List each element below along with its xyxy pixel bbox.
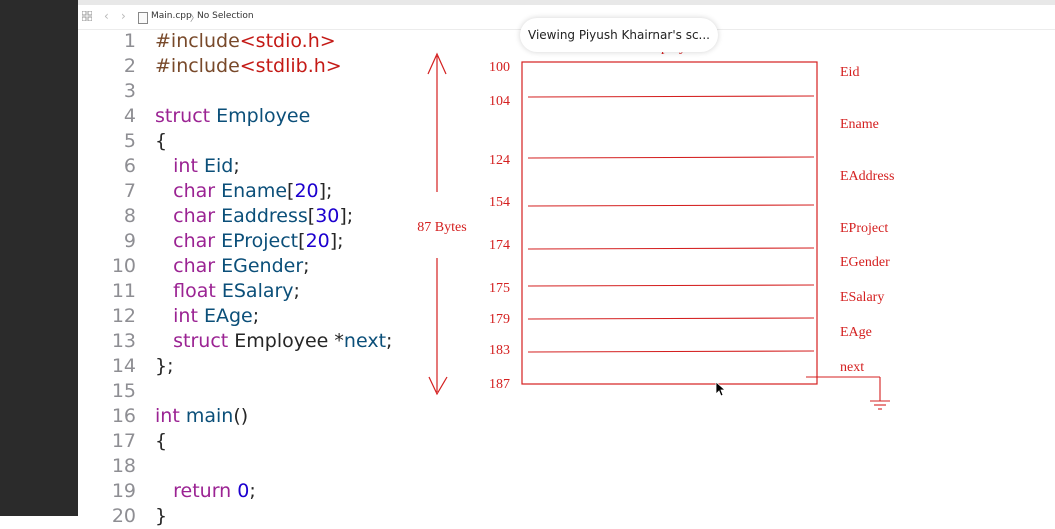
offset-label: 104: [489, 94, 510, 109]
field-label: next: [840, 360, 864, 375]
field-label: Ename: [840, 117, 879, 132]
field-label: EProject: [840, 221, 888, 236]
field-label: Eid: [840, 65, 859, 80]
offset-label: 174: [489, 238, 510, 253]
offset-label: 187: [489, 377, 510, 392]
arrow-down-head-icon: [428, 376, 448, 396]
field-divider: [527, 284, 815, 287]
size-label: 87 Bytes: [417, 220, 466, 235]
offset-label: 154: [489, 195, 510, 210]
field-label: EAge: [840, 325, 872, 340]
field-divider: [527, 204, 815, 207]
field-divider: [527, 156, 815, 159]
struct-box: [521, 61, 818, 385]
offset-label: 124: [489, 153, 510, 168]
offset-label: 175: [489, 281, 510, 296]
field-divider: [527, 247, 815, 250]
field-label: EAddress: [840, 169, 894, 184]
field-label: ESalary: [840, 290, 884, 305]
struct-memory-diagram: Employee100104124154174175179183187EidEn…: [417, 40, 894, 410]
offset-label: 183: [489, 343, 510, 358]
field-divider: [527, 317, 815, 320]
offset-label: 100: [489, 60, 510, 75]
screen-share-notice: Viewing Piyush Khairnar's sc...: [520, 18, 718, 52]
field-divider: [527, 95, 815, 98]
field-divider: [527, 350, 815, 353]
field-label: EGender: [840, 255, 890, 270]
offset-label: 179: [489, 312, 510, 327]
